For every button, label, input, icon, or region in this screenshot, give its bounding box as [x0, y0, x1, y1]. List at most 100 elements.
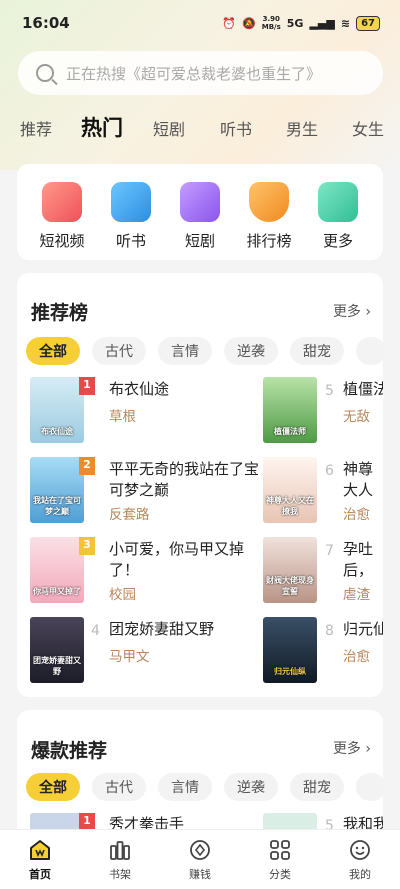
- book-item[interactable]: 财阀大佬现身宣誓: [263, 537, 317, 603]
- rank-badge: 2: [79, 457, 95, 475]
- book-item[interactable]: 归元仙纵: [263, 617, 317, 683]
- tab-female[interactable]: 女生: [352, 116, 384, 140]
- status-bar: 16:04 ⏰ 🔕 3.90 MB/s 5G ▂▄▆ ≋ 67: [0, 0, 400, 46]
- nav-bookshelf[interactable]: 书架: [80, 830, 160, 889]
- nav-label: 我的: [349, 868, 371, 881]
- book-title[interactable]: 布衣仙途: [109, 379, 259, 400]
- nav-label: 赚钱: [189, 868, 211, 881]
- nav-earn[interactable]: 赚钱: [160, 830, 240, 889]
- book-title[interactable]: 归元仙纵: [343, 619, 383, 640]
- category-audiobook[interactable]: 听书: [106, 182, 156, 251]
- category-label: 排行榜: [246, 232, 292, 250]
- chip-comeback[interactable]: 逆袭: [224, 337, 278, 365]
- rank-number: 7: [325, 543, 334, 559]
- chip-all[interactable]: 全部: [26, 337, 80, 365]
- book-item[interactable]: 你马甲又掉了: [30, 537, 84, 603]
- book-tag: 反套路: [109, 507, 150, 523]
- home-icon: [28, 838, 52, 862]
- short-drama-icon: [180, 182, 220, 222]
- tab-audiobook[interactable]: 听书: [220, 116, 252, 140]
- chevron-right-icon: ›: [365, 741, 371, 757]
- category-label: 更多: [322, 232, 353, 250]
- category-row: 短视频 听书 短剧 排行榜 更多: [17, 164, 383, 251]
- book-title[interactable]: 植僵法师: [343, 379, 383, 400]
- chip-sweet[interactable]: 甜宠: [290, 773, 344, 801]
- book-title[interactable]: 团宠娇妻甜又野: [109, 619, 259, 640]
- audiobook-icon: [111, 182, 151, 222]
- cover-text: 布衣仙途: [41, 427, 73, 436]
- nav-category[interactable]: 分类: [240, 830, 320, 889]
- book-title[interactable]: 孕吐后，财阀大佬现身宣誓主权: [343, 539, 383, 581]
- tab-hot[interactable]: 热门: [81, 112, 123, 146]
- rank-number: 5: [325, 383, 334, 399]
- book-title[interactable]: 平平无奇的我站在了宝可梦之巅: [109, 459, 259, 501]
- search-bar[interactable]: 正在热搜《超可爱总裁老婆也重生了》: [18, 51, 383, 95]
- battery-icon: 67: [356, 15, 380, 31]
- book-tag: 治愈: [343, 507, 370, 523]
- chip-ancient[interactable]: 古代: [92, 773, 146, 801]
- category-icon: [268, 838, 292, 862]
- trophy-icon: [249, 182, 289, 222]
- chip-all[interactable]: 全部: [26, 773, 80, 801]
- more-label: 更多: [332, 304, 361, 320]
- book-title[interactable]: 小可爱，你马甲又掉了！: [109, 539, 259, 581]
- section-title: 推荐榜: [31, 302, 89, 324]
- category-short-video[interactable]: 短视频: [37, 182, 87, 251]
- search-icon: [36, 64, 54, 82]
- book-title[interactable]: 神尊大人又在撩我！: [343, 459, 383, 501]
- more-label: 更多: [332, 741, 361, 757]
- filter-chips: 全部 古代 言情 逆袭 甜宠: [26, 337, 383, 365]
- chip-partial[interactable]: [356, 773, 383, 801]
- book-tag: 虐渣: [343, 587, 370, 603]
- category-label: 短视频: [39, 232, 85, 250]
- rank-number: 6: [325, 463, 334, 479]
- mute-icon: 🔕: [242, 16, 256, 30]
- book-tag: 草根: [109, 409, 136, 425]
- network-speed-unit: MB/s: [261, 23, 281, 31]
- rank-badge: 1: [79, 377, 95, 395]
- nav-home[interactable]: 首页: [0, 830, 80, 889]
- chip-romance[interactable]: 言情: [158, 337, 212, 365]
- book-tag: 马甲文: [109, 649, 150, 665]
- tab-male[interactable]: 男生: [286, 116, 318, 140]
- book-cover: 植僵法师: [263, 377, 317, 443]
- search-placeholder: 正在热搜《超可爱总裁老婆也重生了》: [66, 64, 322, 83]
- cover-text: 神尊大人又在撩我: [266, 496, 314, 516]
- book-item[interactable]: 我站在了宝可梦之巅: [30, 457, 84, 523]
- chip-partial[interactable]: [356, 337, 383, 365]
- recommend-card: 推荐榜 更多 › 全部 古代 言情 逆袭 甜宠 布衣仙途 1 布衣仙途 草根 我…: [17, 273, 383, 697]
- book-item[interactable]: 神尊大人又在撩我: [263, 457, 317, 523]
- cover-text: 你马甲又掉了: [33, 587, 81, 596]
- book-cover: 财阀大佬现身宣誓: [263, 537, 317, 603]
- nav-profile[interactable]: 我的: [320, 830, 400, 889]
- chip-sweet[interactable]: 甜宠: [290, 337, 344, 365]
- wifi-icon: ≋: [340, 16, 351, 30]
- category-more[interactable]: 更多: [313, 182, 363, 251]
- cover-text: 团宠娇妻甜又野: [33, 656, 81, 676]
- chip-ancient[interactable]: 古代: [92, 337, 146, 365]
- channel-tabs: 推荐 热门 短剧 听书 男生 女生: [0, 108, 400, 148]
- nav-label: 分类: [269, 868, 291, 881]
- book-item[interactable]: 植僵法师: [263, 377, 317, 443]
- chevron-right-icon: ›: [365, 304, 371, 320]
- category-card: 短视频 听书 短剧 排行榜 更多: [17, 164, 383, 260]
- more-link[interactable]: 更多 ›: [333, 301, 371, 321]
- section-title: 爆款推荐: [31, 740, 108, 762]
- bottom-nav: 首页 书架 赚钱 分类 我的: [0, 829, 400, 889]
- status-time: 16:04: [22, 14, 70, 32]
- more-link[interactable]: 更多 ›: [333, 738, 371, 758]
- category-short-drama[interactable]: 短剧: [175, 182, 225, 251]
- network-speed-value: 3.90: [262, 15, 280, 23]
- chip-romance[interactable]: 言情: [158, 773, 212, 801]
- category-ranking[interactable]: 排行榜: [244, 182, 294, 251]
- book-item[interactable]: 布衣仙途: [30, 377, 84, 443]
- tab-recommend[interactable]: 推荐: [20, 116, 52, 140]
- book-item[interactable]: 团宠娇妻甜又野: [30, 617, 84, 683]
- tab-short-drama[interactable]: 短剧: [153, 116, 185, 140]
- cover-text: 植僵法师: [274, 427, 306, 436]
- book-cover: 我站在了宝可梦之巅: [30, 457, 84, 523]
- book-tag: 无敌: [343, 409, 370, 425]
- rank-badge: 3: [79, 537, 95, 555]
- nav-label: 书架: [109, 868, 131, 881]
- chip-comeback[interactable]: 逆袭: [224, 773, 278, 801]
